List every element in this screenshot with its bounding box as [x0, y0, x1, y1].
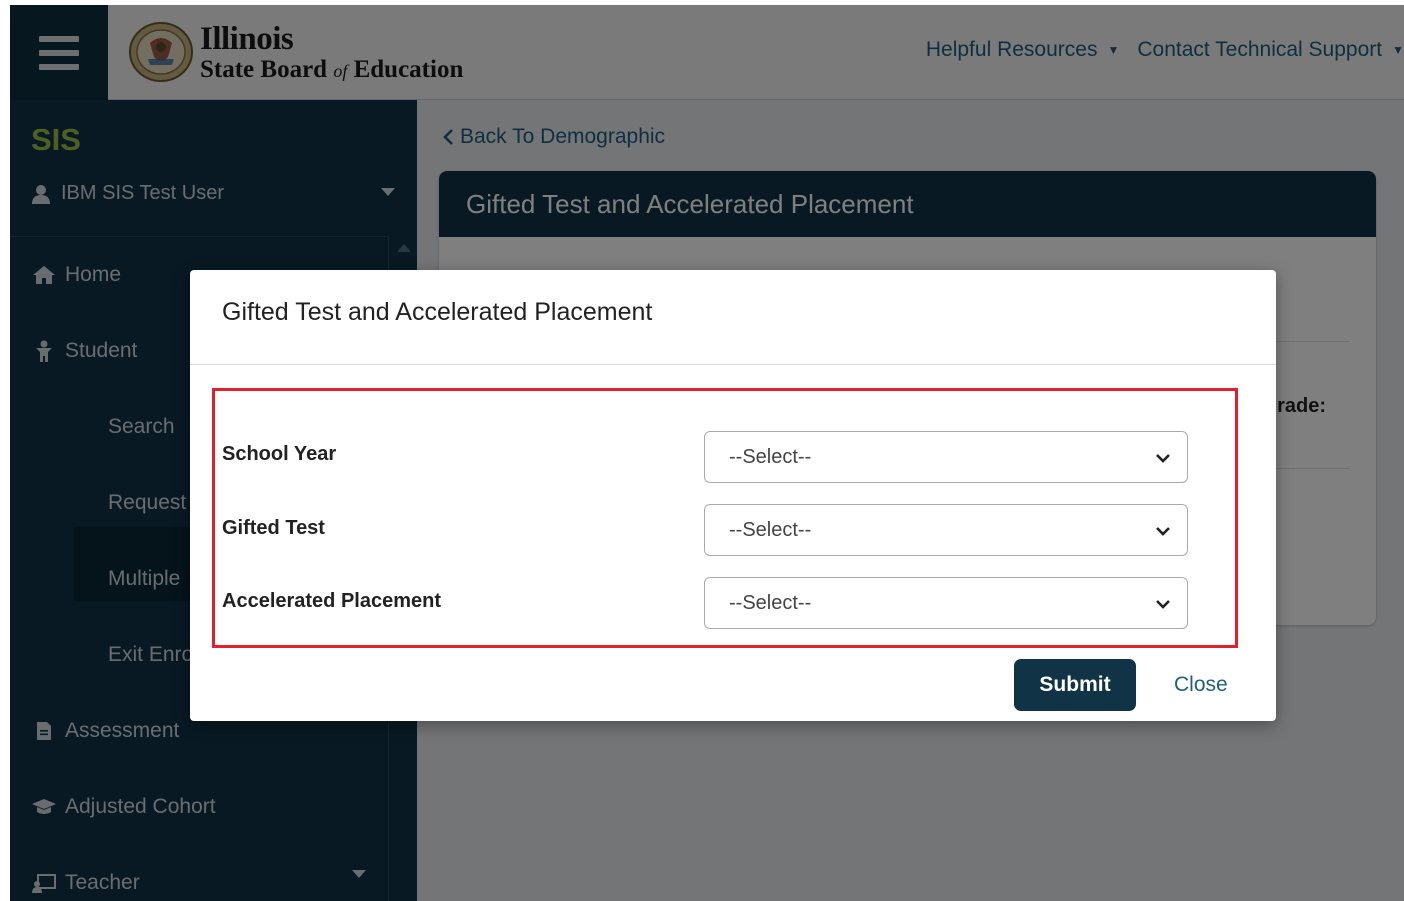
accelerated-placement-select[interactable]: --Select--	[704, 577, 1188, 629]
gifted-test-label: Gifted Test	[222, 517, 325, 539]
gifted-test-value: --Select--	[729, 518, 812, 541]
gifted-test-select[interactable]: --Select--	[704, 504, 1188, 556]
gifted-test-modal: Gifted Test and Accelerated Placement Sc…	[190, 270, 1276, 721]
submit-button[interactable]: Submit	[1014, 659, 1136, 711]
close-button[interactable]: Close	[1174, 673, 1228, 697]
modal-title: Gifted Test and Accelerated Placement	[222, 298, 653, 326]
accelerated-placement-value: --Select--	[729, 591, 812, 614]
school-year-label: School Year	[222, 443, 337, 465]
school-year-select[interactable]: --Select--	[704, 431, 1188, 483]
app-window: Illinois State Board of Education Helpfu…	[10, 5, 1404, 901]
chevron-down-icon	[1156, 600, 1170, 609]
accelerated-placement-label: Accelerated Placement	[222, 590, 442, 612]
modal-divider	[190, 364, 1276, 365]
chevron-down-icon	[1156, 454, 1170, 463]
chevron-down-icon	[1156, 527, 1170, 536]
school-year-value: --Select--	[729, 445, 812, 468]
